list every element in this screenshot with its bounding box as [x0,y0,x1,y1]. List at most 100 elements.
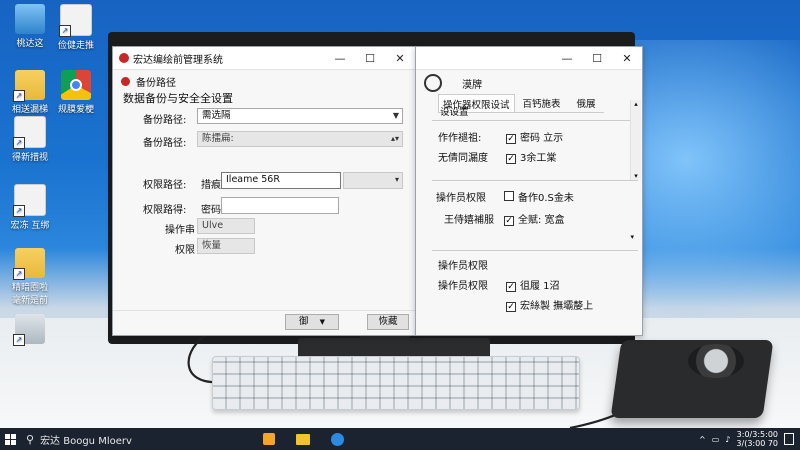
subtitle: 数据备份与安全全设置 [123,90,233,106]
tab-extension[interactable]: 俄展 [569,94,604,112]
shortcut-arrow-icon: ↗ [59,25,71,37]
maximize-button[interactable]: ☐ [582,47,612,69]
desktop-icon-4[interactable]: ↗ 得新措视 [2,116,58,163]
scroll-up-icon[interactable]: ▴ [631,100,641,108]
perm-label: 作作褪祖: [438,133,482,144]
checkbox-text: 徂履 1沼 [520,281,560,292]
edge-icon [330,432,344,446]
taskbar-app-settings[interactable] [258,428,280,450]
perm-checkbox-row[interactable]: ✓ 密码 立示 [506,129,563,144]
backup-path-2-dropdown[interactable]: 陈擂扁: ▴▾ [197,131,403,147]
taskbar-search[interactable]: ⚲ 宏达 Boogu Mloerv [20,428,230,450]
window-body: 漠牌 操作器权限设试 百钙施表 俄展 设设置 作作褪祖: ✓ 密码 立示 无倩同漏… [416,70,642,335]
title-bar[interactable]: — ☐ ✕ [416,47,642,70]
scroll-down-icon[interactable]: ▾ [631,172,641,180]
window-body: 备份路径 数据备份与安全全设置 备份路径: 需选隔 ▼ 备份路径: 陈擂扁: ▴… [113,70,415,335]
desktop-icon-6[interactable]: ↗ 精暗圈啦 毫新是前 [2,248,58,306]
title-bar[interactable]: 宏达编绘前管理系统 — ☐ ✕ [113,47,415,70]
checkbox-checked-icon[interactable]: ✓ [506,134,516,144]
desktop-icon-label: 桃达这 [16,39,44,49]
minimize-button[interactable]: — [552,47,582,69]
header-label: 漠牌 [462,80,482,91]
minimize-button[interactable]: — [325,47,355,69]
checkbox-checked-icon[interactable]: ✓ [506,154,516,164]
perm-checkbox-row[interactable]: ✓ 宏絲製 撫壩嫠上 [506,297,593,312]
document-icon: ↗ [13,184,46,217]
dropdown-value: 陈擂扁: [202,133,234,144]
clock[interactable]: 3:0/3:5:00 3/(3:00 70 [736,430,778,448]
permission-value: 恢量 [197,238,255,254]
scrollbar[interactable]: ▴ ▾ [630,100,641,180]
perm-checkbox-row[interactable]: ✓ 徂履 1沼 [506,277,560,292]
perm-checkbox-row[interactable]: ✓ 全赋: 宽盒 [504,211,565,226]
network-icon[interactable]: ▭ [712,435,720,444]
app-logo-icon [119,53,129,63]
usb-drive-icon: ↗ [13,314,45,346]
window-title: 宏达编绘前管理系统 [133,54,223,66]
checkbox-checked-icon[interactable]: ✓ [506,282,516,292]
clock-date: 3/(3:00 70 [736,439,778,448]
app-tile-icon [263,433,275,445]
operator-value: Ulve [197,218,255,234]
hub-button-icon [688,344,744,378]
perm-checkbox-row[interactable]: ✓ 3余工棠 [506,149,556,164]
permission-path-dropdown[interactable]: ▾ [343,172,403,189]
desktop-icon-3[interactable]: 规膜爱梗 [48,70,104,115]
keyboard [212,356,580,410]
restore-button[interactable]: 恢藏 [367,314,409,330]
section-heading: 备份路径 [121,74,176,89]
permission-group-2: 操作员权限 备作0.S金未 王侍嬉補服 ✓ 全赋: 宽盒 ▾ [432,180,638,249]
desktop-icon-label: 得新措视 [11,153,48,163]
backup-settings-window: 宏达编绘前管理系统 — ☐ ✕ 备份路径 数据备份与安全全设置 备份路径: 需选… [112,46,416,336]
readonly-label: 权限 [175,245,195,256]
document-icon: ↗ [59,4,92,37]
button-label: 恢藏 [378,316,398,327]
readonly-value: 恢量 [202,240,222,251]
chevron-updown-icon: ▴▾ [390,134,399,143]
desktop-icon-label: 宏冻 互绑 [10,221,50,231]
checkbox-text: 备作0.S金未 [518,193,574,204]
close-button[interactable]: ✕ [612,47,642,69]
chevron-down-icon: ▾ [394,175,399,184]
password-input[interactable] [221,197,339,214]
checkbox-checked-icon[interactable]: ✓ [506,302,516,312]
scroll-down-icon[interactable]: ▾ [630,233,634,241]
windows-logo-icon [4,433,16,445]
system-tray: ^ ▭ ♪ 3:0/3:5:00 3/(3:00 70 [699,430,794,448]
chevron-down-icon: ▼ [319,318,325,326]
perm-checkbox-row[interactable]: 备作0.S金未 [504,189,574,204]
field-label: 权限路径: [143,180,187,191]
close-button[interactable]: ✕ [385,47,415,69]
document-icon: ↗ [13,116,46,149]
shortcut-arrow-icon: ↗ [13,268,25,280]
fingerprint-icon [424,74,442,92]
desktop-icon-label: 相送漏梯 [11,105,48,115]
backup-path-dropdown[interactable]: 需选隔 ▼ [197,108,403,124]
readonly-value: Ulve [202,220,224,231]
notification-icon[interactable] [784,433,794,445]
desktop-icon-label: 精暗圈啦 毫新是前 [11,283,48,306]
desktop-icon-5[interactable]: ↗ 宏冻 互绑 [2,184,58,231]
desktop-icon-7[interactable]: ↗ [2,314,58,346]
tab-table-settings[interactable]: 百钙施表 [515,94,569,112]
taskbar-app-edge[interactable] [326,428,348,450]
checkbox-text: 3余工棠 [520,153,557,164]
permission-path-input[interactable]: Ileame 56R [221,172,341,189]
maximize-button[interactable]: ☐ [355,47,385,69]
chrome-icon [61,70,91,100]
secondary-dropdown-button[interactable]: 御 ▼ [285,314,339,330]
desktop-icon-1[interactable]: ↗ 俭健走推 [48,4,104,51]
perm-label: 无倩同漏度 [438,153,488,164]
checkbox-unchecked-icon[interactable] [504,191,514,201]
volume-icon[interactable]: ♪ [725,435,730,444]
start-button[interactable] [0,428,20,450]
desktop: 桃达这 ↗ 俭健走推 ↗ 相送漏梯 规膜爱梗 ↗ 得新措视 ↗ 宏冻 互绑 ↗ 精暗圈啦 … [0,0,800,428]
checkbox-checked-icon[interactable]: ✓ [504,216,514,226]
chevron-up-icon[interactable]: ^ [699,435,706,444]
divider [113,310,415,311]
taskbar-app-explorer[interactable] [292,428,314,450]
checkbox-text: 全赋: 宽盒 [518,215,565,226]
chevron-down-icon: ▼ [392,111,399,120]
folder-icon: ↗ [13,248,45,280]
readonly-label: 操作串 [165,225,195,236]
